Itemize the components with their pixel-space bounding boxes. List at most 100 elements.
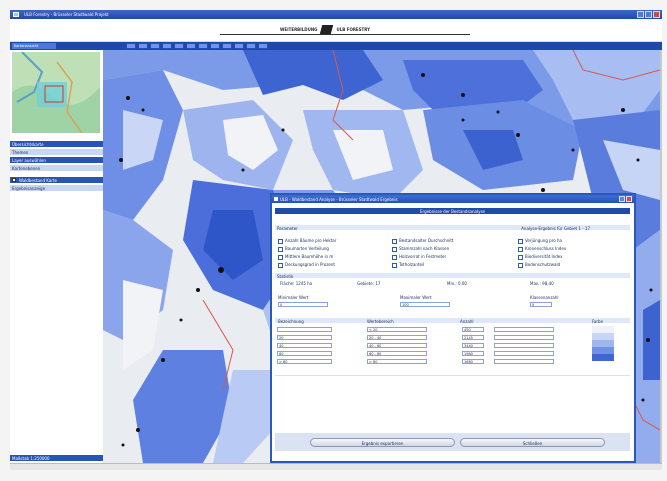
tool-zoom-in-button[interactable] bbox=[138, 43, 148, 49]
row-name-field[interactable]: 20 bbox=[277, 335, 332, 340]
row-range-field[interactable]: > 80 bbox=[367, 359, 427, 364]
option-checkbox[interactable]: Baumarten Verteilung bbox=[278, 246, 329, 252]
row-count-field[interactable]: 1980 bbox=[462, 351, 484, 356]
maximize-icon[interactable] bbox=[645, 11, 652, 18]
results-panel bbox=[275, 375, 630, 440]
col-header: Bezeichnung bbox=[278, 319, 304, 324]
row-count-field[interactable]: 3440 bbox=[462, 343, 484, 348]
legend-swatch[interactable] bbox=[592, 347, 614, 354]
option-checkbox[interactable]: Totholzanteil bbox=[392, 262, 424, 268]
map-vertical-scrollbar[interactable] bbox=[660, 50, 662, 468]
legend-swatch[interactable] bbox=[592, 326, 614, 333]
stat-item: Min.: 0,00 bbox=[447, 281, 467, 286]
overview-minimap[interactable] bbox=[12, 52, 100, 133]
max-value-field[interactable]: 100 bbox=[400, 302, 450, 307]
brand-logo: WEITERBILDUNG ULB FORESTRY bbox=[280, 25, 370, 34]
dialog-title: ULB - Waldbestand Analyse - Brüsseler St… bbox=[280, 197, 398, 202]
row-range-field[interactable]: 20 - 40 bbox=[367, 335, 427, 340]
option-label: Stammzahl nach Klassen bbox=[399, 246, 450, 251]
checkbox-icon[interactable] bbox=[278, 238, 283, 244]
row-range-field[interactable]: < 20 bbox=[367, 327, 427, 332]
scale-label: Maßstab 1:250000 bbox=[12, 456, 50, 461]
row-color-field[interactable] bbox=[494, 343, 554, 348]
left-row-layer-select[interactable]: Layer auswählen bbox=[10, 157, 103, 163]
tool-help-button[interactable] bbox=[258, 43, 268, 49]
row-name-field[interactable]: > 80 bbox=[277, 359, 332, 364]
row-name-field[interactable]: 60 bbox=[277, 351, 332, 356]
legend-swatch[interactable] bbox=[592, 354, 614, 361]
checkbox-icon[interactable] bbox=[392, 246, 397, 252]
left-row-overview[interactable]: Übersichtskarte bbox=[10, 141, 103, 147]
left-row-map-layers-label: Kartenebenen bbox=[12, 166, 41, 171]
checkbox-icon[interactable] bbox=[518, 254, 523, 260]
row-count-field[interactable]: 1680 bbox=[462, 359, 484, 364]
option-checkbox[interactable]: Verjüngung pro ha bbox=[518, 238, 562, 244]
option-label: Bodenschutzwald bbox=[525, 262, 561, 267]
min-value-field[interactable]: 0 bbox=[278, 302, 328, 307]
tool-refresh-button[interactable] bbox=[234, 43, 244, 49]
checkbox-icon[interactable] bbox=[518, 238, 523, 244]
dialog-help-icon[interactable] bbox=[619, 196, 625, 202]
row-name-field[interactable] bbox=[277, 327, 332, 332]
tool-print-button[interactable] bbox=[198, 43, 208, 49]
option-checkbox[interactable]: Holzvorrat in Festmeter bbox=[392, 254, 446, 260]
main-toolbar: Kartenansicht bbox=[10, 42, 662, 50]
dialog-titlebar[interactable]: ULB - Waldbestand Analyse - Brüsseler St… bbox=[272, 195, 634, 203]
dialog-header: Ergebnisse der Bestandsanalyse bbox=[275, 208, 630, 214]
layer-checkbox[interactable] bbox=[12, 178, 16, 182]
row-count-field[interactable]: 450 bbox=[462, 327, 484, 332]
option-checkbox[interactable]: Bodenschutzwald bbox=[518, 262, 561, 268]
row-range-field[interactable]: 60 - 80 bbox=[367, 351, 427, 356]
tool-info-button[interactable] bbox=[174, 43, 184, 49]
class-table-header: Bezeichnung Wertebereich Anzahl Farbe bbox=[275, 318, 630, 324]
dialog-button-bar: Ergebnis exportieren Schließen bbox=[275, 433, 630, 451]
row-color-field[interactable] bbox=[494, 359, 554, 364]
option-checkbox[interactable]: Anzahl Bäume pro Hektar bbox=[278, 238, 336, 244]
tool-measure-button[interactable] bbox=[186, 43, 196, 49]
left-row-forest-map[interactable]: Waldbestand Karte bbox=[10, 177, 103, 183]
checkbox-icon[interactable] bbox=[278, 254, 283, 260]
tool-layers-button[interactable] bbox=[222, 43, 232, 49]
row-color-field[interactable] bbox=[494, 335, 554, 340]
tool-export-button[interactable] bbox=[210, 43, 220, 49]
window-title: ULB Forestry - Brüsseler Stadtwald Proje… bbox=[24, 12, 109, 17]
option-checkbox[interactable]: Kronenschluss Index bbox=[518, 246, 566, 252]
checkbox-icon[interactable] bbox=[392, 254, 397, 260]
option-checkbox[interactable]: Deckungsgrad in Prozent bbox=[278, 262, 335, 268]
tab-map-view[interactable]: Kartenansicht bbox=[12, 43, 56, 49]
option-checkbox[interactable]: Biodiversität Index bbox=[518, 254, 563, 260]
tool-pan-button[interactable] bbox=[126, 43, 136, 49]
left-panel: Übersichtskarte Themen Layer auswählen K… bbox=[10, 50, 104, 468]
tool-zoom-out-button[interactable] bbox=[150, 43, 160, 49]
legend-swatch[interactable] bbox=[592, 333, 614, 340]
tool-home-button[interactable] bbox=[246, 43, 256, 49]
class-count-field[interactable]: 5 bbox=[530, 302, 552, 307]
option-checkbox[interactable]: Bestandsalter Durchschnitt bbox=[392, 238, 453, 244]
row-range-field[interactable]: 40 - 60 bbox=[367, 343, 427, 348]
option-checkbox[interactable]: Stammzahl nach Klassen bbox=[392, 246, 450, 252]
tool-select-button[interactable] bbox=[162, 43, 172, 49]
row-count-field[interactable]: 2145 bbox=[462, 335, 484, 340]
close-dialog-button[interactable]: Schließen bbox=[460, 438, 605, 447]
left-row-results[interactable]: Ergebnisanzeige bbox=[10, 185, 103, 191]
checkbox-icon[interactable] bbox=[278, 262, 283, 268]
legend-swatch[interactable] bbox=[592, 340, 614, 347]
checkbox-icon[interactable] bbox=[278, 246, 283, 252]
checkbox-icon[interactable] bbox=[392, 262, 397, 268]
row-color-field[interactable] bbox=[494, 327, 554, 332]
close-icon[interactable] bbox=[653, 11, 660, 18]
left-row-themes[interactable]: Themen bbox=[10, 149, 103, 155]
row-color-field[interactable] bbox=[494, 351, 554, 356]
option-checkbox[interactable]: Mittlere Baumhöhe in m bbox=[278, 254, 333, 260]
checkbox-icon[interactable] bbox=[392, 238, 397, 244]
row-name-field[interactable]: 40 bbox=[277, 343, 332, 348]
minimize-icon[interactable] bbox=[637, 11, 644, 18]
checkbox-icon[interactable] bbox=[518, 246, 523, 252]
option-label: Biodiversität Index bbox=[525, 254, 563, 259]
stat-item: Gebiete: 17 bbox=[357, 281, 381, 286]
checkbox-icon[interactable] bbox=[518, 262, 523, 268]
section-statistics: Statistik bbox=[275, 273, 630, 279]
left-row-map-layers[interactable]: Kartenebenen bbox=[10, 165, 103, 171]
dialog-close-icon[interactable] bbox=[626, 196, 632, 202]
export-result-button[interactable]: Ergebnis exportieren bbox=[310, 438, 455, 447]
